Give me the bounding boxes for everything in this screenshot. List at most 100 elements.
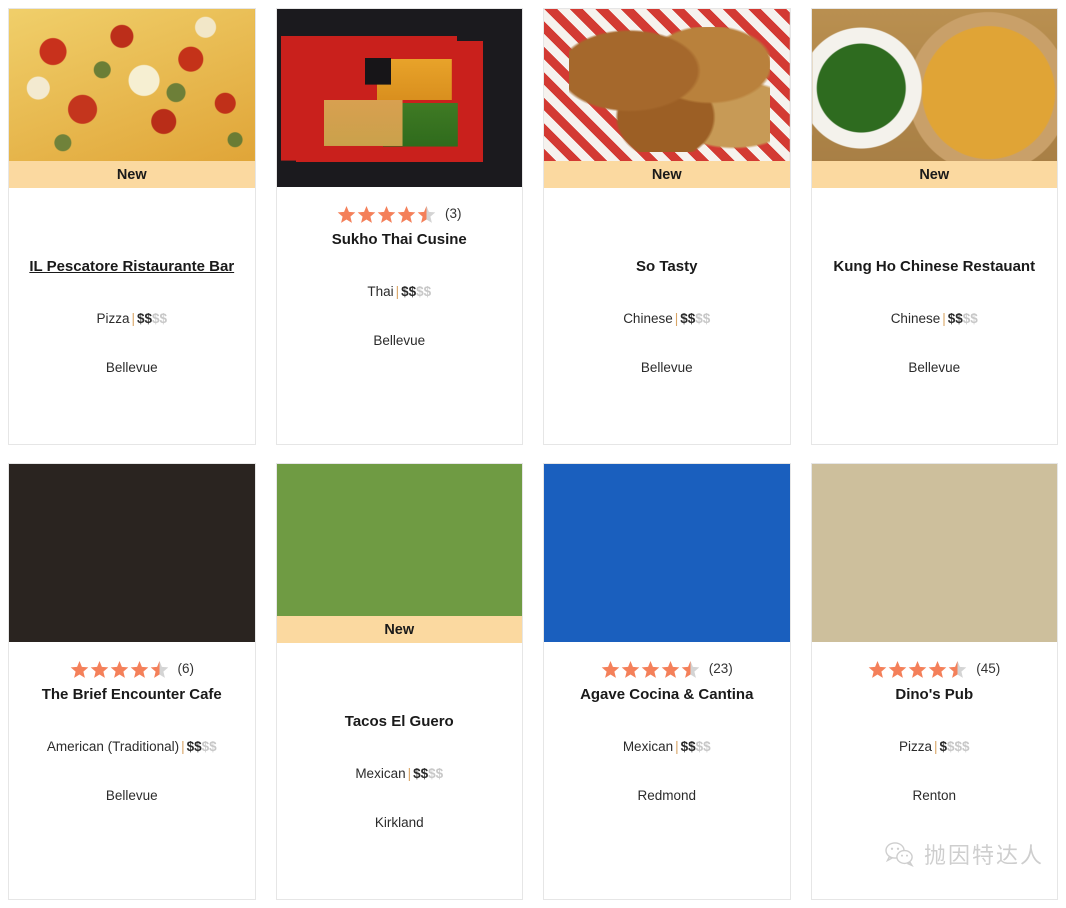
hotpot-photo[interactable]	[811, 9, 1057, 161]
restaurant-card[interactable]: New IL Pescatore Ristaurante Bar Pizza | $$$…	[8, 8, 256, 445]
city-label: Bellevue	[640, 360, 693, 375]
city-label: Kirkland	[374, 815, 424, 830]
star-full-icon	[641, 660, 660, 678]
price-active: $$	[680, 739, 696, 754]
price-inactive: $$	[695, 311, 711, 326]
restaurant-name[interactable]: Kung Ho Chinese Restauant	[827, 258, 1041, 276]
restaurant-card[interactable]: (23) Agave Cocina & Cantina Mexican | $$$$ Re…	[543, 463, 791, 900]
category-price: American (Traditional) | $$$$	[47, 739, 217, 754]
price-inactive: $$	[201, 739, 217, 754]
category-price: Pizza | $$$$	[899, 739, 970, 754]
restaurant-card[interactable]: (45) Dino's Pub Pizza | $$$$ Renton	[810, 463, 1058, 900]
category-label: Thai	[367, 284, 394, 299]
card-body: Tacos El Guero Mexican | $$$$ Kirkland	[277, 643, 523, 899]
category-label: Pizza	[898, 739, 932, 754]
category-label: Chinese	[623, 311, 673, 326]
star-rating	[70, 660, 169, 679]
price-inactive: $$$	[947, 739, 970, 754]
star-full-icon	[130, 660, 148, 678]
new-badge: New	[9, 161, 255, 188]
star-full-icon	[928, 660, 947, 678]
price-active: $$	[680, 311, 696, 326]
restaurant-name[interactable]: Dino's Pub	[889, 686, 979, 704]
city-label: Renton	[912, 788, 957, 803]
review-count: (23)	[708, 661, 733, 677]
pizza-photo[interactable]	[9, 9, 255, 161]
category-label: Mexican	[622, 739, 674, 754]
agave-storefront-photo[interactable]	[544, 464, 790, 642]
separator: |	[942, 311, 946, 326]
restaurant-card[interactable]: New Kung Ho Chinese Restauant Chinese | $$$$…	[810, 8, 1058, 445]
star-full-icon	[888, 660, 907, 678]
price-inactive: $$	[152, 311, 168, 326]
star-full-icon	[70, 660, 88, 678]
star-full-icon	[90, 660, 108, 678]
card-body: So Tasty Chinese | $$$$ Bellevue	[544, 188, 790, 444]
separator: |	[181, 739, 185, 754]
category-label: Mexican	[355, 766, 406, 781]
price-inactive: $$	[428, 766, 444, 781]
rating-row: (45)	[868, 656, 1000, 682]
star-half-icon	[150, 660, 168, 678]
separator: |	[407, 766, 412, 781]
restaurant-name[interactable]: Agave Cocina & Cantina	[574, 686, 759, 704]
separator: |	[395, 284, 400, 299]
star-full-icon	[908, 660, 927, 678]
star-full-icon	[661, 660, 680, 678]
star-rating	[601, 660, 700, 679]
restaurant-card[interactable]: (6) The Brief Encounter Cafe American (Tra…	[8, 463, 256, 900]
taco-stand-photo[interactable]	[276, 464, 522, 616]
price-inactive: $$	[962, 311, 978, 326]
card-body: (6) The Brief Encounter Cafe American (Tra…	[9, 642, 255, 899]
cafe-interior-photo[interactable]	[9, 464, 255, 642]
star-full-icon	[868, 660, 887, 678]
restaurant-card[interactable]: New So Tasty Chinese | $$$$ Bellevue	[543, 8, 791, 445]
star-rating	[868, 660, 967, 679]
restaurant-name[interactable]: The Brief Encounter Cafe	[36, 686, 228, 704]
city-label: Redmond	[637, 788, 697, 803]
restaurant-card[interactable]: New Tacos El Guero Mexican | $$$$ Kirkland	[275, 463, 523, 900]
card-body: (3) Sukho Thai Cusine Thai | $$$$ Bellevue	[277, 187, 523, 444]
dinos-pub-storefront-photo[interactable]	[811, 464, 1057, 642]
price-inactive: $$	[416, 284, 432, 299]
new-badge: New	[276, 616, 522, 643]
category-price: Chinese | $$$$	[623, 311, 710, 326]
star-full-icon	[377, 205, 396, 223]
star-half-icon	[681, 660, 700, 678]
category-label: Pizza	[96, 311, 130, 326]
city-label: Bellevue	[105, 788, 158, 803]
star-full-icon	[397, 205, 416, 223]
fried-chicken-photo[interactable]	[544, 9, 790, 161]
price-active: $$	[186, 739, 202, 754]
city-label: Bellevue	[373, 333, 426, 348]
restaurant-name[interactable]: Tacos El Guero	[339, 713, 460, 731]
star-full-icon	[621, 660, 640, 678]
bento-box-photo[interactable]	[276, 9, 522, 187]
card-body: Kung Ho Chinese Restauant Chinese | $$$$ Bel…	[812, 188, 1058, 444]
restaurant-name[interactable]: IL Pescatore Ristaurante Bar	[23, 258, 240, 276]
rating-row: (23)	[601, 656, 733, 682]
new-badge: New	[811, 161, 1057, 188]
separator: |	[131, 311, 135, 326]
restaurant-name[interactable]: Sukho Thai Cusine	[326, 231, 473, 249]
review-count: (6)	[177, 661, 195, 677]
category-price: Thai | $$$$	[367, 284, 431, 299]
results-row-1: New IL Pescatore Ristaurante Bar Pizza | $$$…	[0, 8, 1066, 445]
star-full-icon	[601, 660, 620, 678]
star-full-icon	[357, 205, 376, 223]
restaurant-card[interactable]: (3) Sukho Thai Cusine Thai | $$$$ Bellevue	[275, 8, 523, 445]
category-price: Mexican | $$$$	[355, 766, 443, 781]
rating-row: (3)	[337, 201, 462, 227]
category-label: American (Traditional)	[46, 739, 180, 754]
star-half-icon	[948, 660, 967, 678]
category-price: Pizza | $$$$	[96, 311, 167, 326]
price-active: $$	[413, 766, 429, 781]
city-label: Bellevue	[908, 360, 961, 375]
card-body: (45) Dino's Pub Pizza | $$$$ Renton	[812, 642, 1058, 899]
results-row-2: (6) The Brief Encounter Cafe American (Tra…	[0, 463, 1066, 900]
price-active: $$	[947, 311, 963, 326]
review-count: (45)	[976, 661, 1001, 677]
category-price: Chinese | $$$$	[891, 311, 978, 326]
separator: |	[675, 739, 679, 754]
restaurant-name[interactable]: So Tasty	[630, 258, 703, 276]
